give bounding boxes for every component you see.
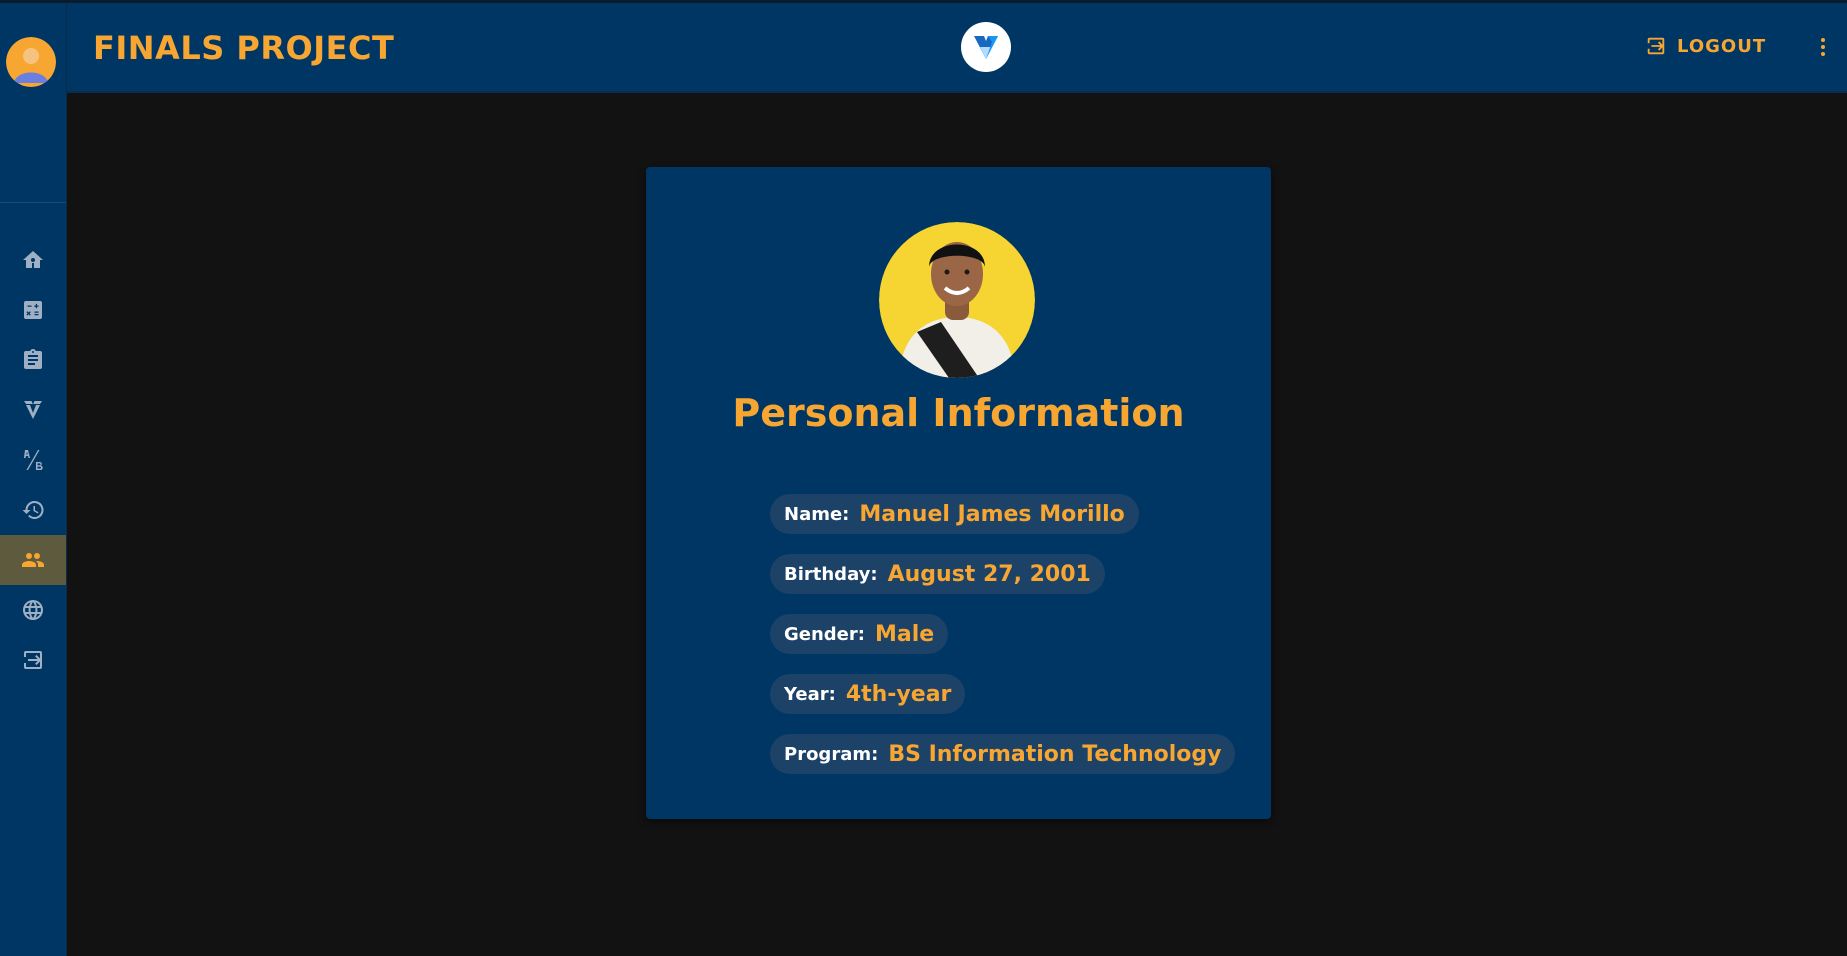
- info-chip-birthday: Birthday: August 27, 2001: [770, 554, 1105, 594]
- sidebar-item-logout[interactable]: [0, 635, 66, 685]
- field-value: August 27, 2001: [887, 561, 1091, 587]
- more-menu-button[interactable]: [1805, 29, 1841, 65]
- personal-info-card: Personal Information Name: Manuel James …: [646, 167, 1271, 819]
- field-label: Name:: [784, 503, 850, 525]
- field-label: Gender:: [784, 623, 865, 645]
- sidebar-item-about[interactable]: [0, 535, 66, 585]
- clipboard-icon: [24, 349, 42, 369]
- sidebar-divider: [0, 202, 66, 203]
- sidebar-item-calculator[interactable]: [0, 285, 66, 335]
- info-chip-program: Program: BS Information Technology: [770, 734, 1236, 774]
- sidebar-item-vuetify[interactable]: [0, 385, 66, 435]
- logout-icon: [1647, 37, 1665, 55]
- sidebar-item-ab-testing[interactable]: [0, 435, 66, 485]
- logout-button[interactable]: LOGOUT: [1645, 33, 1766, 59]
- app-title: FINALS PROJECT: [93, 29, 395, 67]
- vuetify-icon: [24, 401, 42, 419]
- vuetify-logo-icon[interactable]: [961, 22, 1011, 72]
- sidebar-nav-list: [0, 235, 66, 685]
- field-label: Program:: [784, 743, 879, 765]
- field-value: Manuel James Morillo: [859, 501, 1125, 527]
- sidebar-item-globe[interactable]: [0, 585, 66, 635]
- field-value: Male: [874, 621, 935, 647]
- info-chip-year: Year: 4th-year: [770, 674, 966, 714]
- field-value: 4th-year: [845, 681, 952, 707]
- sidebar-item-clipboard[interactable]: [0, 335, 66, 385]
- app-bar: FINALS PROJECT LOGOUT: [67, 3, 1847, 93]
- info-list: Name: Manuel James Morillo Birthday: Aug…: [770, 494, 1236, 794]
- info-chip-gender: Gender: Male: [770, 614, 949, 654]
- info-chip-name: Name: Manuel James Morillo: [770, 494, 1139, 534]
- sidebar-item-history[interactable]: [0, 485, 66, 535]
- ab-testing-icon: [24, 450, 43, 471]
- history-icon: [22, 500, 44, 519]
- card-title: Personal Information: [732, 391, 1185, 435]
- field-label: Year:: [784, 683, 836, 705]
- globe-icon: [23, 600, 43, 620]
- calculator-icon: [24, 301, 42, 319]
- dots-vertical-icon: [1821, 38, 1825, 56]
- user-avatar[interactable]: [6, 37, 56, 87]
- navigation-drawer: [0, 3, 67, 956]
- field-value: BS Information Technology: [888, 741, 1222, 767]
- field-label: Birthday:: [784, 563, 878, 585]
- logout-icon: [24, 651, 42, 669]
- home-icon: [23, 251, 43, 268]
- profile-photo: [879, 222, 1035, 378]
- account-group-icon: [22, 553, 44, 567]
- sidebar-item-home[interactable]: [0, 235, 66, 285]
- logout-label: LOGOUT: [1677, 35, 1767, 57]
